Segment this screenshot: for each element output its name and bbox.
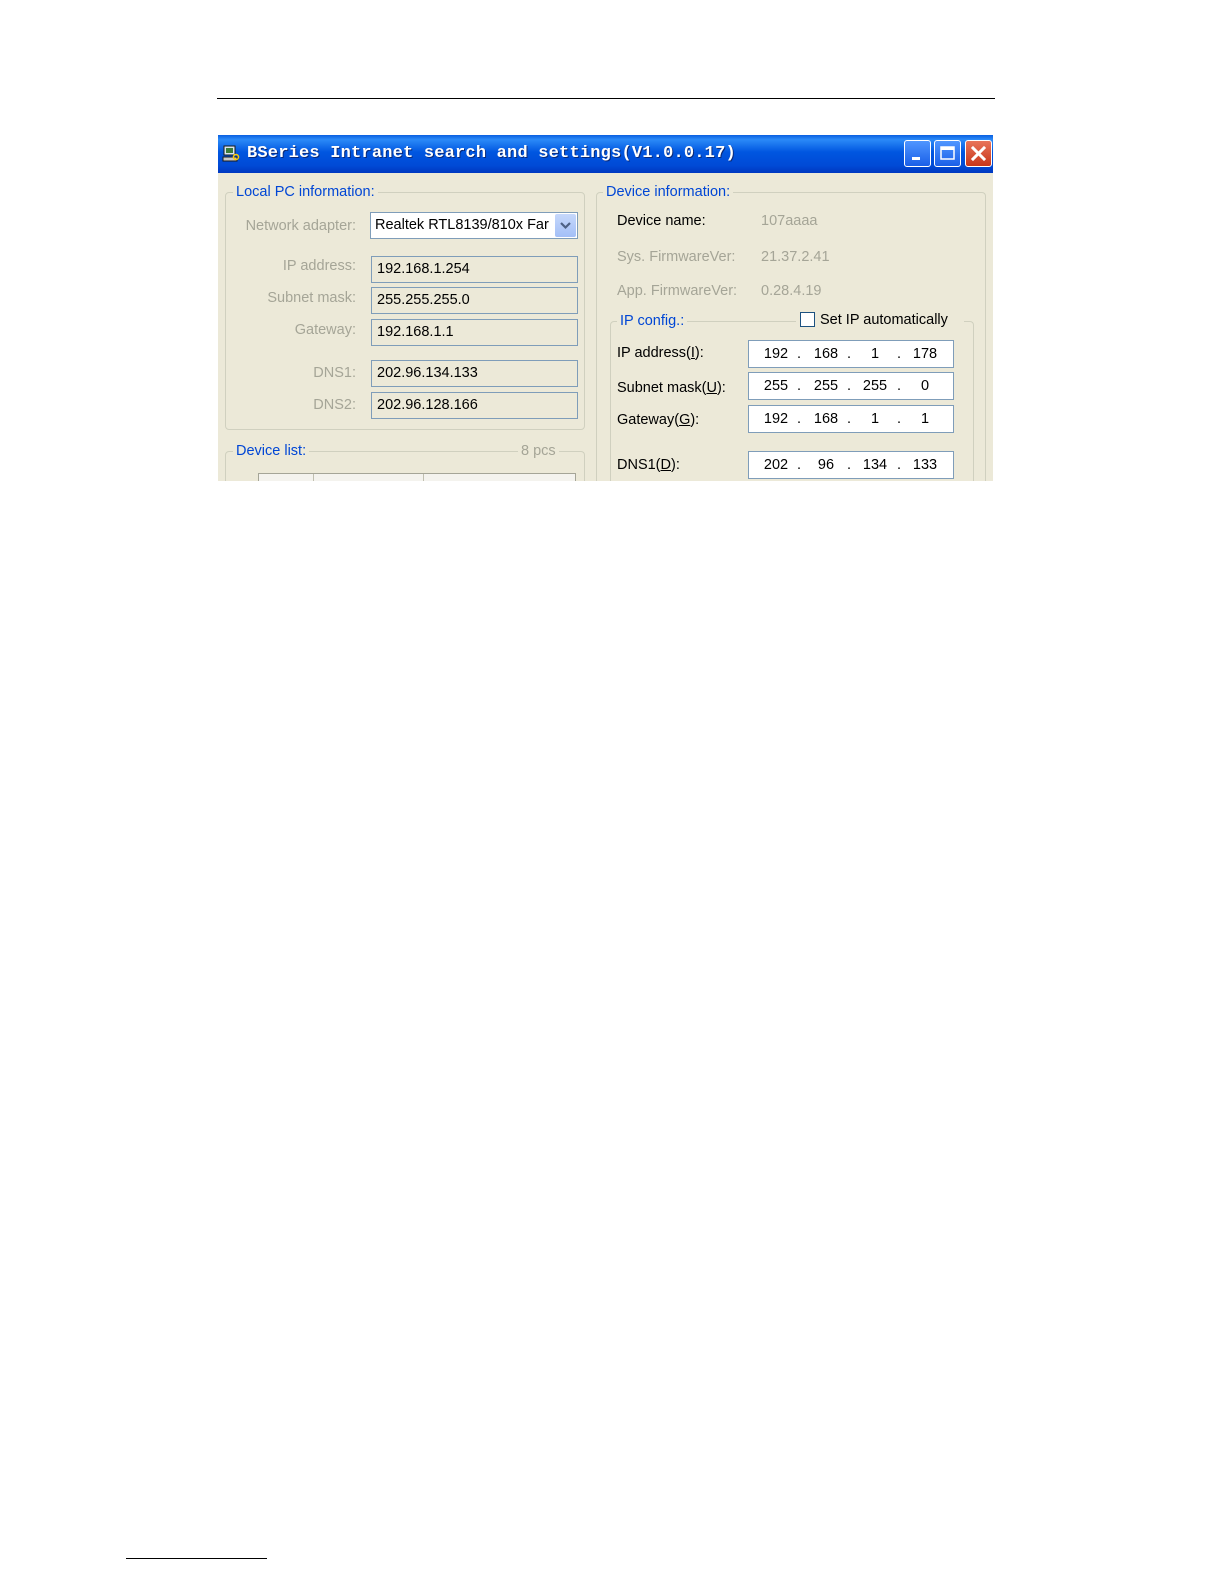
maximize-button[interactable] [934,140,961,167]
app-firmware-value: 0.28.4.19 [761,283,822,299]
gateway-label: Gateway(G): [617,412,700,428]
close-button[interactable] [965,140,992,167]
local-dns1-label: DNS1: [313,365,356,381]
device-name-label: Device name: [617,213,706,229]
octet[interactable]: 96 [809,452,843,478]
sys-firmware-value: 21.37.2.41 [761,249,830,265]
octet[interactable]: 255 [858,373,892,399]
local-pc-legend: Local PC information: [233,184,378,200]
octet[interactable]: 178 [908,341,942,367]
ip-address-label: IP address(I): [617,345,704,361]
auto-ip-label: Set IP automatically [820,312,948,328]
network-adapter-value: Realtek RTL8139/810x Far [375,217,549,233]
octet-separator: . [896,346,902,362]
octet-separator: . [846,378,852,394]
local-gateway-field: 192.168.1.1 [371,319,578,346]
device-name-value: 107aaaa [761,213,818,229]
footnote-rule [126,1558,267,1559]
app-window: BSeries Intranet search and settings(V1.… [218,135,993,481]
local-dns2-label: DNS2: [313,397,356,413]
dns1-label: DNS1(D): [617,457,680,473]
octet[interactable]: 133 [908,452,942,478]
octet[interactable]: 192 [759,406,793,432]
octet[interactable]: 192 [759,341,793,367]
octet-separator: . [896,457,902,473]
auto-ip-checkbox[interactable] [800,312,815,327]
octet[interactable]: 0 [908,373,942,399]
local-subnet-label: Subnet mask: [267,290,356,306]
octet-separator: . [796,457,802,473]
device-list-legend: Device list: [233,443,310,459]
octet[interactable]: 202 [759,452,793,478]
subnet-mask-input[interactable]: 255 . 255 . 255 . 0 [748,372,954,400]
octet[interactable]: 168 [809,406,843,432]
chevron-down-icon[interactable] [555,214,576,237]
local-subnet-field: 255.255.255.0 [371,287,578,314]
sys-firmware-label: Sys. FirmwareVer: [617,249,736,265]
octet-separator: . [796,346,802,362]
minimize-icon [912,157,920,160]
octet-separator: . [796,411,802,427]
device-list-table[interactable] [258,473,576,481]
minimize-button[interactable] [904,140,931,167]
octet[interactable]: 1 [858,406,892,432]
octet[interactable]: 255 [759,373,793,399]
octet[interactable]: 134 [858,452,892,478]
subnet-mask-label: Subnet mask(U): [617,380,726,396]
octet[interactable]: 255 [809,373,843,399]
octet[interactable]: 1 [858,341,892,367]
octet-separator: . [796,378,802,394]
ip-address-input[interactable]: 192 . 168 . 1 . 178 [748,340,954,368]
ip-config-legend: IP config.: [617,313,688,329]
close-icon [970,145,987,162]
dns1-input[interactable]: 202 . 96 . 134 . 133 [748,451,954,479]
octet-separator: . [846,411,852,427]
octet-separator: . [846,346,852,362]
column-divider [423,474,424,481]
device-info-legend: Device information: [603,184,734,200]
device-count: 8 pcs [518,443,559,459]
octet-separator: . [846,457,852,473]
column-divider [313,474,314,481]
title-bar[interactable]: BSeries Intranet search and settings(V1.… [218,135,993,173]
octet-separator: . [896,411,902,427]
local-dns1-field: 202.96.134.133 [371,360,578,387]
local-dns2-field: 202.96.128.166 [371,392,578,419]
app-firmware-label: App. FirmwareVer: [617,283,738,299]
auto-ip-option[interactable]: Set IP automatically [796,311,964,331]
gateway-input[interactable]: 192 . 168 . 1 . 1 [748,405,954,433]
window-title: BSeries Intranet search and settings(V1.… [247,144,736,163]
octet[interactable]: 168 [809,341,843,367]
network-adapter-select[interactable]: Realtek RTL8139/810x Far [370,212,578,239]
network-adapter-label: Network adapter: [245,218,356,234]
octet[interactable]: 1 [908,406,942,432]
local-ip-label: IP address: [282,258,356,274]
local-ip-field: 192.168.1.254 [371,256,578,283]
page-header-rule [217,98,995,99]
octet-separator: . [896,378,902,394]
computer-search-icon [222,145,240,162]
local-gateway-label: Gateway: [294,322,356,338]
maximize-icon [940,146,955,160]
